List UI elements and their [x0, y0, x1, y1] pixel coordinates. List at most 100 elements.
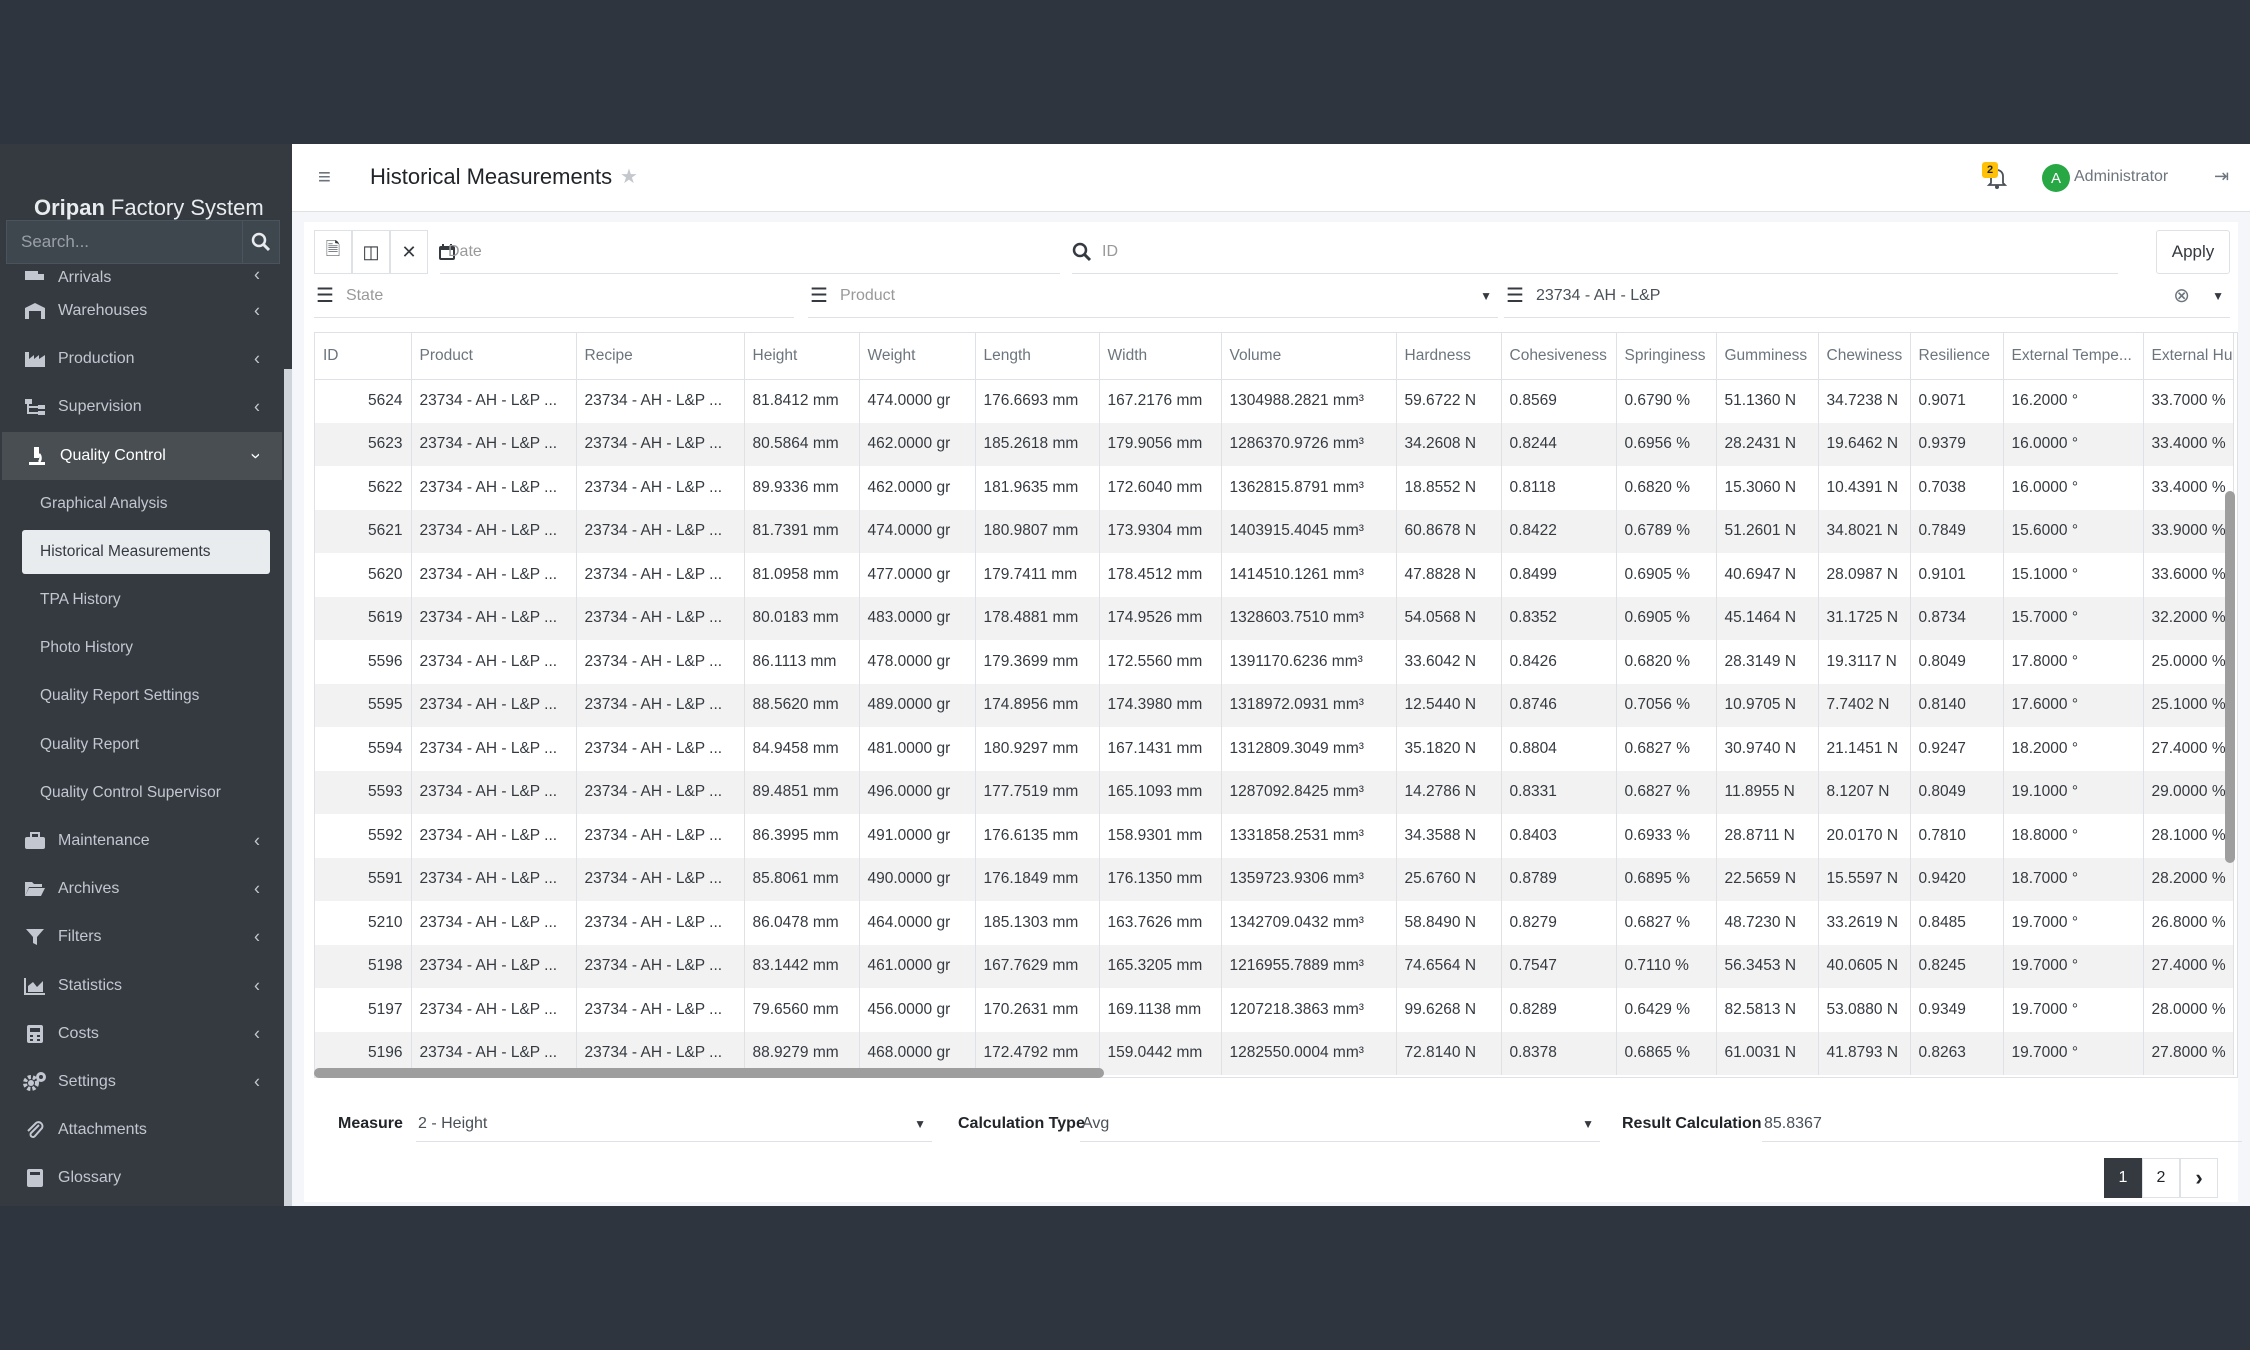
notifications-button[interactable]: 2 [1982, 162, 2012, 192]
export-excel-button[interactable]: 🗎 [314, 230, 352, 274]
sidebar-menu: Arrivals ‹ Warehouses ‹ Production ‹ Sup… [0, 262, 284, 1202]
sidebar-subitem-photo-history[interactable]: Photo History [0, 624, 284, 672]
table-horizontal-scrollbar[interactable] [314, 1068, 1104, 1078]
table-cell: 0.8746 [1501, 683, 1617, 727]
column-header[interactable]: Height [744, 333, 860, 380]
table-row[interactable]: 5619 23734 - AH - L&P ... 23734 - AH - L&P… [315, 596, 2234, 640]
table-row[interactable]: 5621 23734 - AH - L&P ... 23734 - AH - L&P… [315, 509, 2234, 553]
sidebar-subitem-quality-report[interactable]: Quality Report [0, 721, 284, 769]
sidebar-scrollbar[interactable] [284, 369, 292, 1206]
sidebar-item-costs[interactable]: Costs ‹ [0, 1010, 284, 1058]
sidebar-item-attachments[interactable]: Attachments [0, 1106, 284, 1154]
table-row[interactable]: 5594 23734 - AH - L&P ... 23734 - AH - L&P… [315, 727, 2234, 771]
measure-select[interactable]: 2 - Height ▼ [416, 1106, 932, 1142]
table-cell: 474.0000 gr [859, 379, 976, 423]
table-row[interactable]: 5593 23734 - AH - L&P ... 23734 - AH - L&P… [315, 770, 2234, 814]
sidebar-item-glossary[interactable]: Glossary [0, 1154, 284, 1202]
columns-button[interactable]: ◫ [352, 230, 390, 274]
sidebar-subitem-quality-control-supervisor[interactable]: Quality Control Supervisor [0, 769, 284, 817]
column-header[interactable]: Length [975, 333, 1100, 380]
sidebar-item-statistics[interactable]: Statistics ‹ [0, 961, 284, 1009]
column-header[interactable]: Width [1099, 333, 1222, 380]
sidebar-item-arrivals[interactable]: Arrivals ‹ [0, 262, 284, 287]
table-cell: 1403915.4045 mm³ [1221, 509, 1397, 553]
column-header[interactable]: Cohesiveness [1501, 333, 1617, 380]
table-row[interactable]: 5624 23734 - AH - L&P ... 23734 - AH - L&P… [315, 379, 2234, 423]
column-header[interactable]: Volume [1221, 333, 1397, 380]
column-header[interactable]: Hardness [1396, 333, 1502, 380]
page-2-button[interactable]: 2 [2142, 1158, 2180, 1198]
sidebar: Oripan Factory System Arrivals ‹ Warehou… [0, 144, 292, 1206]
sidebar-subitem-quality-report-settings[interactable]: Quality Report Settings [0, 672, 284, 720]
sidebar-item-warehouses[interactable]: Warehouses ‹ [0, 287, 284, 335]
favorite-star-icon[interactable]: ★ [620, 164, 638, 189]
sidebar-item-quality-control[interactable]: Quality Control ‹ [2, 431, 282, 480]
table-cell: 178.4512 mm [1099, 553, 1222, 597]
column-header[interactable]: Weight [859, 333, 976, 380]
table-cell: 483.0000 gr [859, 596, 976, 640]
avatar[interactable]: A [2042, 164, 2070, 192]
table-row[interactable]: 5210 23734 - AH - L&P ... 23734 - AH - L&P… [315, 901, 2234, 945]
table-cell: 8.1207 N [1818, 770, 1911, 814]
sidebar-item-maintenance[interactable]: Maintenance ‹ [0, 817, 284, 865]
table-row[interactable]: 5595 23734 - AH - L&P ... 23734 - AH - L&P… [315, 683, 2234, 727]
table-cell: 19.7000 ° [2003, 944, 2144, 988]
calculation-type-select[interactable]: Avg ▼ [1080, 1106, 1600, 1142]
table-cell: 165.3205 mm [1099, 944, 1222, 988]
page-1-button[interactable]: 1 [2104, 1158, 2142, 1198]
sidebar-item-supervision[interactable]: Supervision ‹ [0, 383, 284, 431]
book-icon [22, 1167, 48, 1189]
table-cell: 176.1849 mm [975, 857, 1100, 901]
table-cell: 464.0000 gr [859, 901, 976, 945]
sidebar-item-settings[interactable]: Settings ‹ [0, 1058, 284, 1106]
hamburger-menu-icon[interactable]: ≡ [318, 164, 331, 190]
table-cell: 0.6820 % [1616, 640, 1717, 684]
product-select[interactable]: ☰ Product ▼ [808, 274, 1498, 318]
table-vertical-scrollbar[interactable] [2225, 491, 2235, 863]
state-select[interactable]: ☰ State [314, 274, 794, 318]
sidebar-subitem-graphical-analysis[interactable]: Graphical Analysis [0, 480, 284, 528]
search-button[interactable] [242, 220, 280, 264]
column-header[interactable]: Springiness [1616, 333, 1717, 380]
column-header[interactable]: Resilience [1910, 333, 2004, 380]
column-header[interactable]: Recipe [576, 333, 745, 380]
date-field[interactable]: Date [440, 230, 1060, 274]
brand-name: Oripan [34, 195, 105, 220]
sidebar-item-production[interactable]: Production ‹ [0, 335, 284, 383]
logout-icon[interactable]: ⇥ [2214, 166, 2229, 187]
table-row[interactable]: 5198 23734 - AH - L&P ... 23734 - AH - L&P… [315, 944, 2234, 988]
sidebar-subitem-historical-measurements[interactable]: Historical Measurements [22, 529, 270, 574]
table-cell: 176.6693 mm [975, 379, 1100, 423]
table-cell: 0.8245 [1910, 944, 2004, 988]
chevron-left-icon: ‹ [254, 1023, 260, 1044]
next-page-button[interactable]: › [2180, 1158, 2218, 1198]
column-header[interactable]: Chewiness [1818, 333, 1911, 380]
table-row[interactable]: 5592 23734 - AH - L&P ... 23734 - AH - L&P… [315, 814, 2234, 858]
clear-filters-button[interactable]: ✕ [390, 230, 428, 274]
table-row[interactable]: 5591 23734 - AH - L&P ... 23734 - AH - L&P… [315, 857, 2234, 901]
column-header[interactable]: ID [315, 333, 412, 380]
sidebar-item-filters[interactable]: Filters ‹ [0, 913, 284, 961]
table-cell: 56.3453 N [1716, 944, 1819, 988]
table-row[interactable]: 5620 23734 - AH - L&P ... 23734 - AH - L&P… [315, 553, 2234, 597]
table-row[interactable]: 5622 23734 - AH - L&P ... 23734 - AH - L&P… [315, 466, 2234, 510]
id-field[interactable]: ID [1072, 230, 2118, 274]
table-cell: 1304988.2821 mm³ [1221, 379, 1397, 423]
column-header[interactable]: External Hu [2143, 333, 2234, 380]
search-input[interactable] [6, 220, 242, 264]
result-calculation-value: 85.8367 [1764, 1114, 1822, 1132]
clear-circle-icon[interactable]: ⊗ [2173, 283, 2190, 308]
table-row[interactable]: 5197 23734 - AH - L&P ... 23734 - AH - L&P… [315, 988, 2234, 1032]
table-cell: 60.8678 N [1396, 509, 1502, 553]
table-cell: 28.2000 % [2143, 857, 2234, 901]
apply-button[interactable]: Apply [2156, 230, 2230, 274]
column-header[interactable]: External Tempe... [2003, 333, 2144, 380]
sidebar-subitem-tpa-history[interactable]: TPA History [0, 576, 284, 624]
user-name[interactable]: Administrator [2074, 168, 2168, 186]
recipe-select[interactable]: ☰ 23734 - AH - L&P ⊗ ▼ [1504, 274, 2230, 318]
column-header[interactable]: Product [411, 333, 577, 380]
table-row[interactable]: 5596 23734 - AH - L&P ... 23734 - AH - L&P… [315, 640, 2234, 684]
table-row[interactable]: 5623 23734 - AH - L&P ... 23734 - AH - L&P… [315, 422, 2234, 466]
sidebar-item-archives[interactable]: Archives ‹ [0, 865, 284, 913]
column-header[interactable]: Gumminess [1716, 333, 1819, 380]
